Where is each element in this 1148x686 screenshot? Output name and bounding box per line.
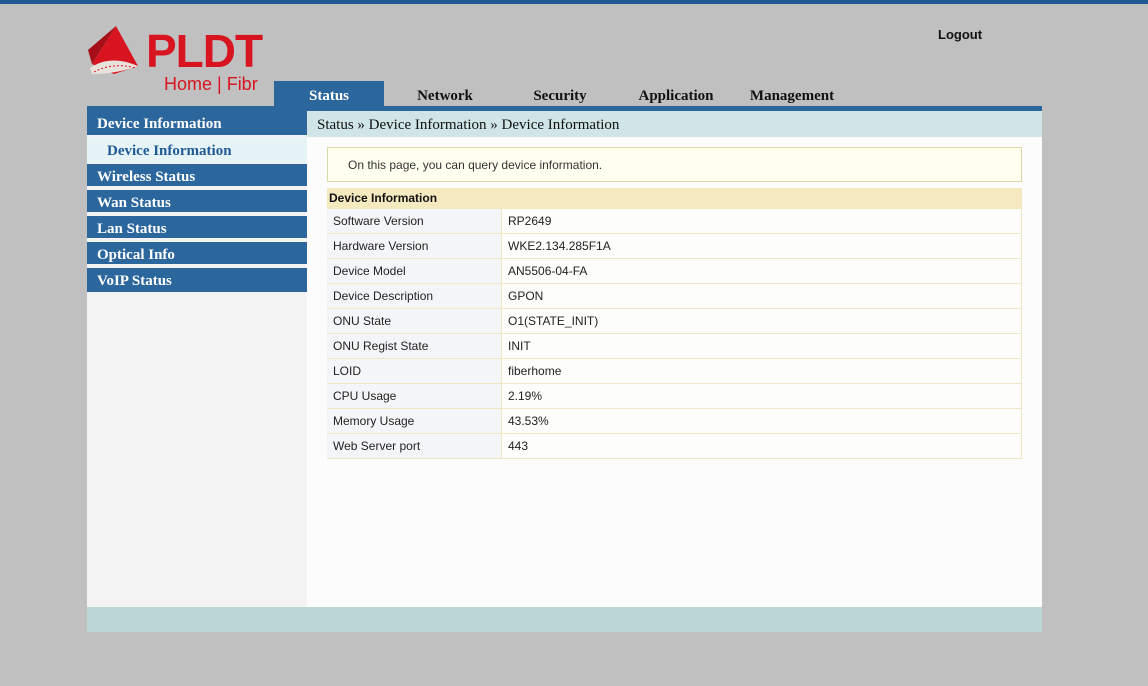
row-label: Device Description xyxy=(327,283,502,309)
row-value: RP2649 xyxy=(501,209,1022,234)
tab-network[interactable]: Network xyxy=(390,81,500,106)
row-label: Memory Usage xyxy=(327,408,502,434)
table-row: CPU Usage 2.19% xyxy=(327,383,1022,409)
brand-name: PLDT xyxy=(146,25,263,77)
sidebar-item-device-information[interactable]: Device Information xyxy=(87,111,307,137)
table-row: ONU Regist State INIT xyxy=(327,333,1022,359)
logout-link[interactable]: Logout xyxy=(938,27,982,42)
sidebar-subitem-device-information[interactable]: Device Information xyxy=(87,137,307,163)
tab-security[interactable]: Security xyxy=(504,81,616,106)
sidebar-item-lan-status[interactable]: Lan Status xyxy=(87,216,307,240)
row-value: INIT xyxy=(501,333,1022,359)
row-label: CPU Usage xyxy=(327,383,502,409)
table-row: ONU State O1(STATE_INIT) xyxy=(327,308,1022,334)
device-info-table: Device Information Software Version RP264… xyxy=(327,188,1022,459)
breadcrumb: Status » Device Information » Device Inf… xyxy=(307,111,1042,137)
row-value: WKE2.134.285F1A xyxy=(501,233,1022,259)
table-row: LOID fiberhome xyxy=(327,358,1022,384)
table-row: Hardware Version WKE2.134.285F1A xyxy=(327,233,1022,259)
info-message: On this page, you can query device infor… xyxy=(327,147,1022,182)
table-row: Software Version RP2649 xyxy=(327,209,1022,234)
row-value: O1(STATE_INIT) xyxy=(501,308,1022,334)
row-label: LOID xyxy=(327,358,502,384)
row-value: GPON xyxy=(501,283,1022,309)
row-label: Web Server port xyxy=(327,433,502,459)
pldt-logo: PLDT Home | Fibr xyxy=(86,24,286,96)
table-row: Memory Usage 43.53% xyxy=(327,408,1022,434)
row-label: Hardware Version xyxy=(327,233,502,259)
row-value: 443 xyxy=(501,433,1022,459)
tab-application[interactable]: Application xyxy=(620,81,732,106)
row-label: Device Model xyxy=(327,258,502,284)
sidebar-item-optical-info[interactable]: Optical Info xyxy=(87,242,307,266)
sidebar-item-wireless-status[interactable]: Wireless Status xyxy=(87,164,307,188)
footer-bar xyxy=(87,607,1042,632)
top-strip xyxy=(0,0,1148,4)
pldt-logo-mark-icon xyxy=(88,26,138,74)
row-label: ONU State xyxy=(327,308,502,334)
table-title: Device Information xyxy=(327,188,1022,209)
table-row: Web Server port 443 xyxy=(327,433,1022,459)
sidebar-item-voip-status[interactable]: VoIP Status xyxy=(87,268,307,292)
row-value: 43.53% xyxy=(501,408,1022,434)
row-label: ONU Regist State xyxy=(327,333,502,359)
row-value: fiberhome xyxy=(501,358,1022,384)
table-row: Device Description GPON xyxy=(327,283,1022,309)
sidebar-item-wan-status[interactable]: Wan Status xyxy=(87,190,307,214)
row-value: 2.19% xyxy=(501,383,1022,409)
brand-subtitle: Home | Fibr xyxy=(164,74,258,94)
tab-status[interactable]: Status xyxy=(274,81,384,106)
tab-management[interactable]: Management xyxy=(736,81,848,106)
row-value: AN5506-04-FA xyxy=(501,258,1022,284)
row-label: Software Version xyxy=(327,209,502,234)
table-row: Device Model AN5506-04-FA xyxy=(327,258,1022,284)
